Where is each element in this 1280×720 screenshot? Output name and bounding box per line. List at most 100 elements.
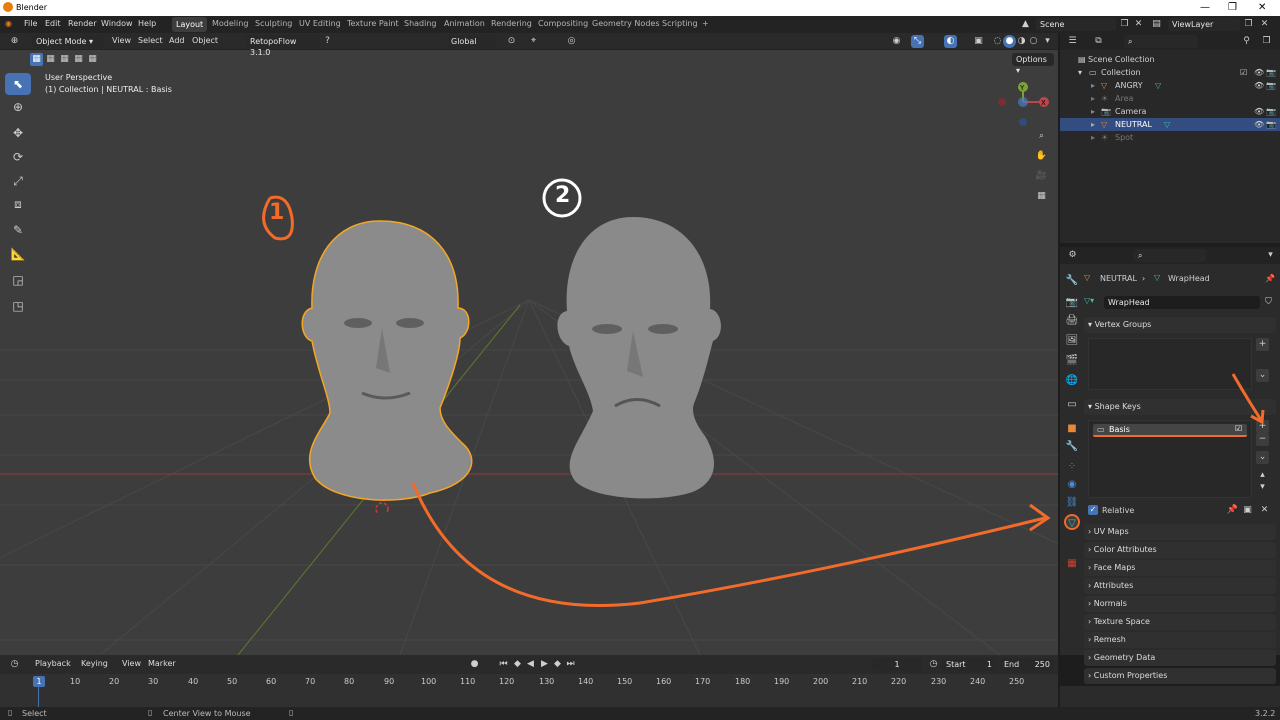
collection-eye-icon[interactable]: 👁 [1254, 66, 1264, 79]
outliner-item-neutral[interactable]: ▸ ▽ NEUTRAL ▽ 👁 📷 [1060, 118, 1280, 131]
eye-icon[interactable]: 👁 [1254, 79, 1264, 92]
physics-tab-icon[interactable]: ◉ [1064, 477, 1080, 493]
eye-icon[interactable]: 👁 [1254, 118, 1264, 131]
prev-keyframe-icon[interactable]: ◆ [511, 658, 524, 671]
scene-selector[interactable]: Scene [1036, 18, 1116, 31]
add-workspace-icon[interactable]: + [702, 19, 709, 28]
menu-render[interactable]: Render [68, 19, 96, 28]
menu-edit[interactable]: Edit [45, 19, 61, 28]
outliner-item-camera[interactable]: ▸ 📷 Camera 👁 📷 [1060, 105, 1280, 118]
tool-tab-icon[interactable]: 🔧 [1064, 273, 1080, 289]
output-tab-icon[interactable]: 🖨 [1064, 313, 1080, 329]
object-tab-icon[interactable]: ■ [1064, 421, 1080, 437]
menu-file[interactable]: File [24, 19, 37, 28]
end-frame-field[interactable]: End 250 [1000, 658, 1054, 671]
properties-editor-icon[interactable]: ⚙ [1066, 249, 1079, 262]
pin-shape-key-icon[interactable]: 📌 [1226, 504, 1239, 517]
outliner-search-field[interactable]: ⌕ [1124, 35, 1198, 48]
move-shape-key-down-icon[interactable]: ▾ [1256, 481, 1269, 494]
menu-marker[interactable]: Marker [148, 659, 176, 668]
panel-vertex-groups[interactable]: ▾ Vertex Groups [1084, 317, 1276, 333]
properties-options-icon[interactable]: ▾ [1264, 249, 1277, 262]
tab-compositing[interactable]: Compositing [538, 19, 588, 28]
play-reverse-icon[interactable]: ◀ [524, 658, 537, 671]
delete-view-layer-icon[interactable]: ✕ [1258, 18, 1271, 31]
camera-icon[interactable]: 📷 [1266, 105, 1276, 118]
camera-icon[interactable]: 📷 [1266, 118, 1276, 131]
panel-color-attributes[interactable]: › Color Attributes [1084, 542, 1276, 558]
tab-rendering[interactable]: Rendering [491, 19, 532, 28]
playhead[interactable]: 1 [33, 676, 45, 687]
outliner-scene-collection[interactable]: ▤ Scene Collection [1060, 53, 1280, 66]
particles-tab-icon[interactable]: ⁘ [1064, 459, 1080, 475]
scene-icon[interactable]: ▲ [1019, 18, 1032, 31]
tab-uv-editing[interactable]: UV Editing [299, 19, 341, 28]
texture-tab-icon[interactable]: ▦ [1064, 556, 1080, 572]
filter-icon[interactable]: ⚲ [1240, 35, 1253, 48]
tab-geometry-nodes[interactable]: Geometry Nodes [592, 19, 659, 28]
menu-timeline-view[interactable]: View [122, 659, 141, 668]
mesh-browse-icon[interactable]: ▽▾ [1084, 296, 1094, 305]
tab-shading[interactable]: Shading [404, 19, 437, 28]
minimize-icon[interactable]: — [1200, 2, 1210, 13]
tab-texture-paint[interactable]: Texture Paint [347, 19, 399, 28]
expand-icon[interactable]: ▸ [1091, 79, 1095, 92]
collection-checkbox-icon[interactable]: ☑ [1240, 66, 1247, 79]
eye-icon[interactable]: 👁 [1254, 105, 1264, 118]
new-view-layer-icon[interactable]: ❐ [1242, 18, 1255, 31]
fake-user-shield-icon[interactable]: ⛉ [1262, 296, 1275, 309]
tab-scripting[interactable]: Scripting [662, 19, 698, 28]
panel-normals[interactable]: › Normals [1084, 596, 1276, 612]
outliner-editor-icon[interactable]: ☰ [1066, 35, 1079, 48]
tab-sculpting[interactable]: Sculpting [255, 19, 292, 28]
delete-scene-icon[interactable]: ✕ [1132, 18, 1145, 31]
shape-key-specials-icon[interactable]: ⌄ [1256, 451, 1269, 464]
collection-tab-icon[interactable]: ▭ [1064, 397, 1080, 413]
outliner-collection[interactable]: ▾ ▭ Collection ☑ 👁 📷 [1060, 66, 1280, 79]
new-scene-icon[interactable]: ❐ [1118, 18, 1131, 31]
menu-help[interactable]: Help [138, 19, 156, 28]
panel-custom-properties[interactable]: › Custom Properties [1084, 668, 1276, 684]
tab-animation[interactable]: Animation [444, 19, 485, 28]
menu-playback[interactable]: Playback [35, 659, 71, 668]
new-collection-icon[interactable]: ❐ [1260, 35, 1273, 48]
panel-face-maps[interactable]: › Face Maps [1084, 560, 1276, 576]
preview-range-icon[interactable]: ◷ [927, 658, 940, 671]
start-frame-field[interactable]: Start 1 [942, 658, 996, 671]
panel-geometry-data[interactable]: › Geometry Data [1084, 650, 1276, 666]
expand-icon[interactable]: ▸ [1091, 131, 1095, 144]
add-vertex-group-icon[interactable]: + [1256, 338, 1269, 351]
constraints-tab-icon[interactable]: ⛓ [1064, 495, 1080, 511]
properties-search-field[interactable]: ⌕ [1134, 249, 1206, 262]
view-layer-icon[interactable]: ▤ [1150, 18, 1163, 31]
3d-viewport[interactable]: ⊕ Object Mode ▾ View Select Add Object R… [0, 33, 1058, 655]
panel-remesh[interactable]: › Remesh [1084, 632, 1276, 648]
jump-end-icon[interactable]: ⏭ [564, 658, 577, 671]
panel-uv-maps[interactable]: › UV Maps [1084, 524, 1276, 540]
shape-key-row-basis[interactable]: ▭ Basis ☑ [1093, 424, 1247, 437]
expand-icon[interactable]: ▸ [1091, 92, 1095, 105]
menu-keying[interactable]: Keying [81, 659, 108, 668]
data-tab-icon[interactable]: ▽ [1064, 514, 1080, 530]
view-layer-tab-icon[interactable]: 🖼 [1064, 333, 1080, 349]
next-keyframe-icon[interactable]: ◆ [551, 658, 564, 671]
view-layer-selector[interactable]: ViewLayer [1168, 18, 1240, 31]
play-icon[interactable]: ▶ [538, 658, 551, 671]
outliner-item-spot[interactable]: ▸ ☀ Spot [1060, 131, 1280, 144]
scene-tab-icon[interactable]: 🎬 [1064, 353, 1080, 369]
panel-attributes[interactable]: › Attributes [1084, 578, 1276, 594]
menu-window[interactable]: Window [101, 19, 133, 28]
outliner-item-area[interactable]: ▸ ☀ Area [1060, 92, 1280, 105]
current-frame-field[interactable]: 1 [872, 658, 922, 671]
relative-checkbox[interactable]: ✓ [1088, 505, 1098, 515]
expand-icon[interactable]: ▸ [1091, 118, 1095, 131]
blender-menu-icon[interactable]: ◉ [5, 19, 12, 28]
mesh-name-field[interactable]: WrapHead [1104, 296, 1260, 309]
display-mode-icon[interactable]: ⧉ [1092, 35, 1105, 48]
camera-icon[interactable]: 📷 [1266, 79, 1276, 92]
record-icon[interactable]: ● [468, 658, 481, 671]
edit-mode-shape-icon[interactable]: ▣ [1241, 504, 1254, 517]
tab-modeling[interactable]: Modeling [212, 19, 248, 28]
modifier-tab-icon[interactable]: 🔧 [1064, 439, 1080, 455]
expand-icon[interactable]: ▸ [1091, 105, 1095, 118]
